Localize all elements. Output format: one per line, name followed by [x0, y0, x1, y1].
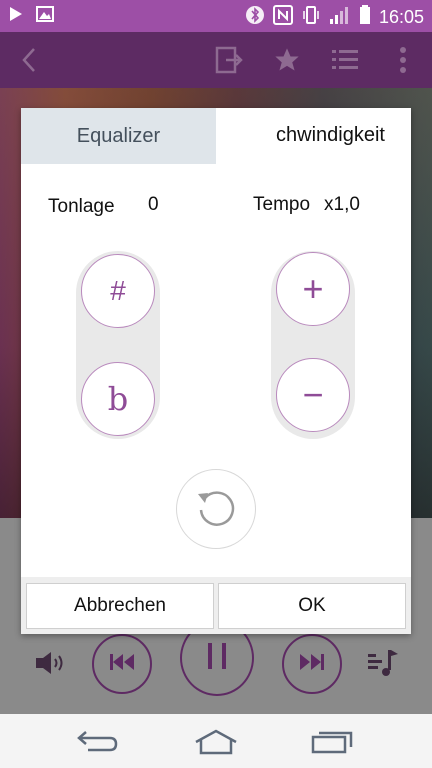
status-time: 16:05: [378, 7, 424, 27]
battery-icon: [359, 5, 371, 30]
signal-icon: [329, 5, 351, 30]
recents-icon[interactable]: [302, 725, 362, 759]
previous-icon: [109, 653, 135, 676]
more-icon[interactable]: [386, 44, 420, 76]
tab-speed[interactable]: chwindigkeit: [216, 108, 411, 164]
ok-button[interactable]: OK: [218, 583, 406, 629]
play-icon: [10, 7, 22, 26]
nfc-icon: [272, 5, 293, 30]
pause-icon: [206, 642, 228, 675]
navigation-bar: [0, 714, 432, 768]
nav-back-icon[interactable]: [68, 725, 128, 759]
reset-icon: [193, 484, 239, 535]
flat-icon: b: [107, 380, 129, 418]
home-icon[interactable]: [186, 725, 246, 759]
playlist-icon[interactable]: [328, 44, 362, 76]
tempo-down-button[interactable]: −: [276, 358, 350, 432]
tempo-label: Tempo: [253, 194, 311, 215]
sharp-icon: #: [110, 275, 126, 306]
star-icon[interactable]: [270, 44, 304, 76]
pitch-label: Tonlage: [48, 196, 115, 217]
next-icon: [299, 653, 325, 676]
back-icon[interactable]: [12, 44, 46, 76]
previous-button[interactable]: [92, 634, 152, 694]
next-button[interactable]: [282, 634, 342, 694]
volume-icon[interactable]: [34, 650, 66, 681]
app-toolbar: [0, 32, 432, 88]
dialog-button-bar: Abbrechen OK: [21, 577, 411, 634]
pitch-down-button[interactable]: b: [81, 362, 155, 436]
tempo-value: x1,0: [324, 194, 360, 215]
reset-button[interactable]: [176, 469, 256, 549]
share-icon[interactable]: [212, 44, 246, 76]
minus-icon: −: [302, 374, 324, 415]
tempo-up-button[interactable]: +: [276, 252, 350, 326]
bluetooth-icon: [245, 5, 265, 30]
image-icon: [36, 6, 54, 27]
pitch-value: 0: [148, 194, 159, 215]
queue-icon[interactable]: [366, 648, 400, 683]
tab-speed-label: chwindigkeit: [276, 124, 385, 146]
status-bar: 16:05: [0, 0, 432, 32]
pitch-up-button[interactable]: #: [81, 254, 155, 328]
playback-settings-dialog: Equalizer chwindigkeit Tonlage 0 Tempo x…: [21, 108, 411, 634]
plus-icon: +: [302, 268, 324, 309]
cancel-button[interactable]: Abbrechen: [26, 583, 214, 629]
vibrate-icon: [301, 5, 321, 30]
tab-equalizer[interactable]: Equalizer: [21, 108, 216, 164]
